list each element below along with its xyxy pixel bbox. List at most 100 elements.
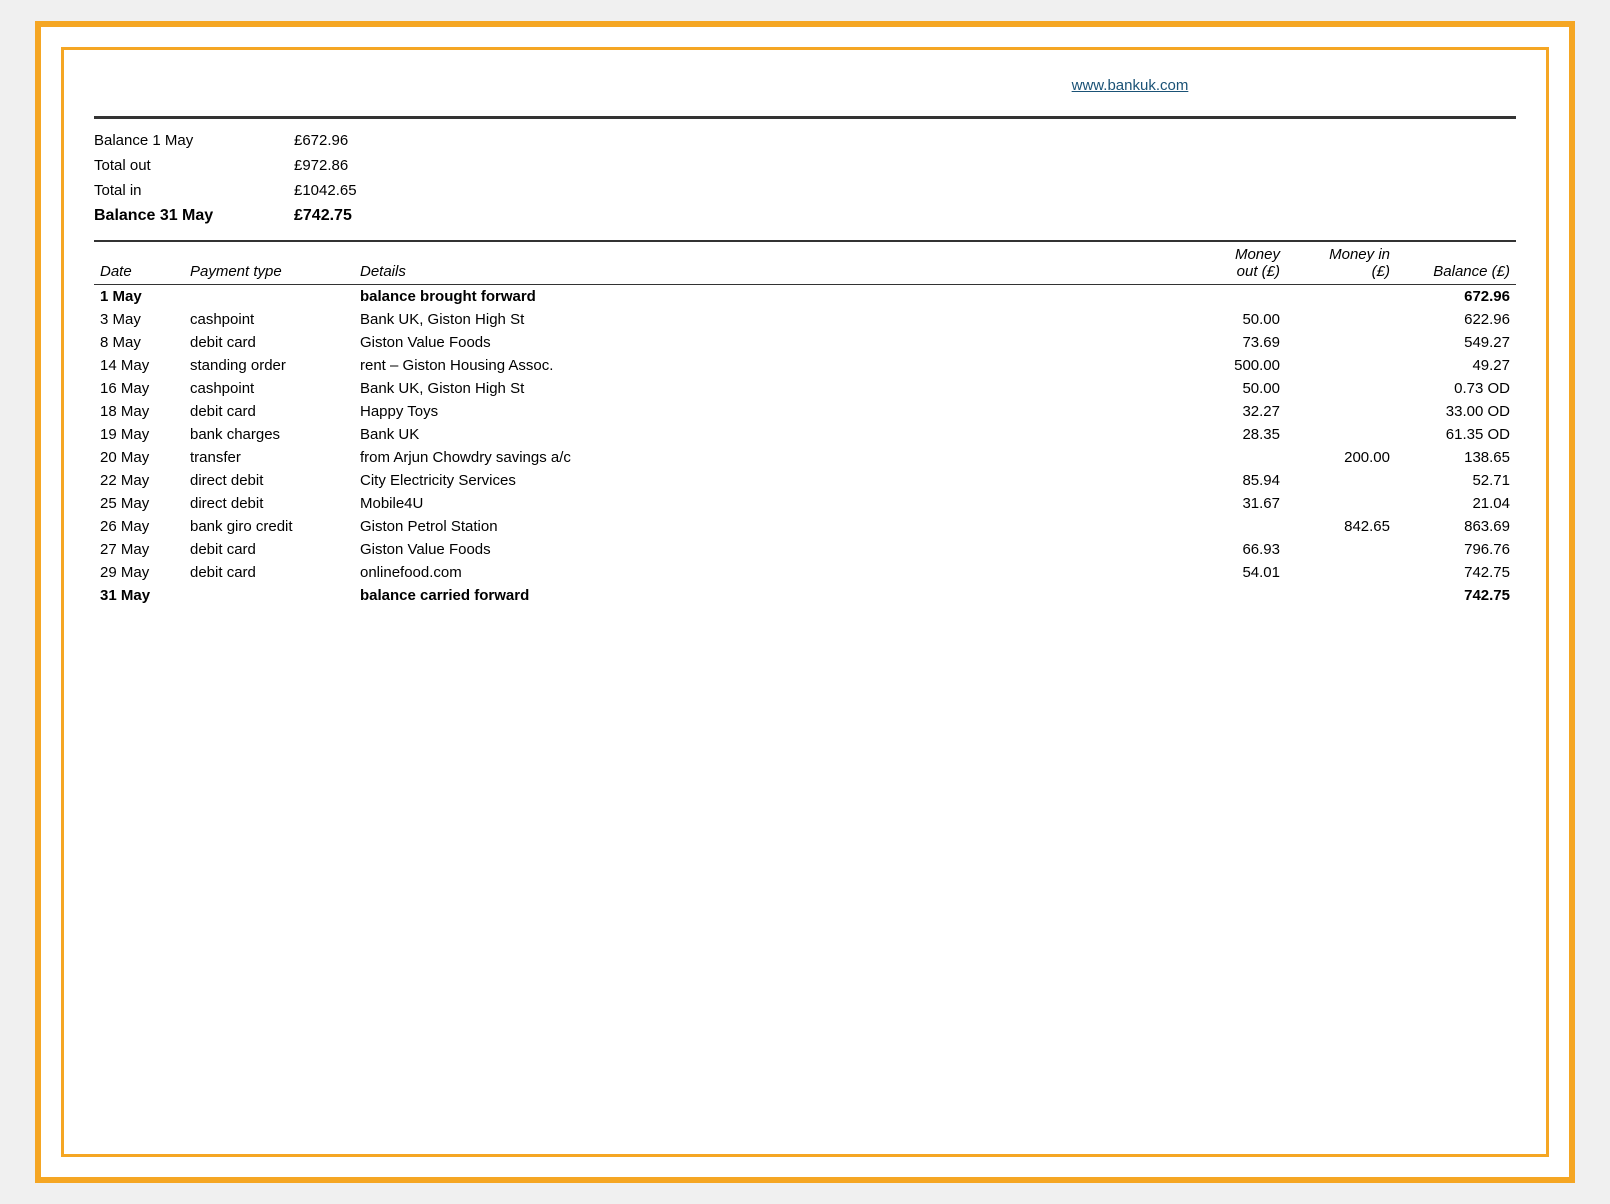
cell-moneyout-9: 31.67 (1176, 492, 1286, 515)
cell-payment-5: debit card (184, 400, 354, 423)
cell-date-2: 8 May (94, 331, 184, 354)
cell-moneyin-2 (1286, 331, 1396, 354)
cell-date-1: 3 May (94, 308, 184, 331)
cell-date-5: 18 May (94, 400, 184, 423)
col-header-moneyout: Moneyout (£) (1176, 241, 1286, 284)
summary-row-3: Balance 31 May £742.75 (94, 203, 1516, 229)
summary-label-0: Balance 1 May (94, 129, 294, 154)
summary-label-2: Total in (94, 179, 294, 204)
outer-border: www.bankuk.com Balance 1 May £672.96 Tot… (35, 21, 1575, 1183)
cell-date-11: 27 May (94, 538, 184, 561)
cell-details-0: balance brought forward (354, 285, 1176, 308)
cell-date-7: 20 May (94, 446, 184, 469)
cell-date-9: 25 May (94, 492, 184, 515)
cell-balance-8: 52.71 (1396, 469, 1516, 492)
customer-address (94, 74, 538, 98)
cell-moneyout-3: 500.00 (1176, 354, 1286, 377)
table-row: 26 May bank giro credit Giston Petrol St… (94, 515, 1516, 538)
cell-moneyout-2: 73.69 (1176, 331, 1286, 354)
cell-moneyout-5: 32.27 (1176, 400, 1286, 423)
cell-details-1: Bank UK, Giston High St (354, 308, 1176, 331)
cell-details-12: onlinefood.com (354, 561, 1176, 584)
col-header-date: Date (94, 241, 184, 284)
cell-moneyin-3 (1286, 354, 1396, 377)
table-row: 25 May direct debit Mobile4U 31.67 21.04 (94, 492, 1516, 515)
cell-balance-6: 61.35 OD (1396, 423, 1516, 446)
col-header-balance: Balance (£) (1396, 241, 1516, 284)
cell-moneyout-13 (1176, 584, 1286, 607)
cell-details-7: from Arjun Chowdry savings a/c (354, 446, 1176, 469)
cell-balance-11: 796.76 (1396, 538, 1516, 561)
bank-address: www.bankuk.com (1072, 74, 1516, 98)
cell-date-10: 26 May (94, 515, 184, 538)
cell-payment-4: cashpoint (184, 377, 354, 400)
cell-moneyout-10 (1176, 515, 1286, 538)
cell-moneyin-12 (1286, 561, 1396, 584)
cell-balance-4: 0.73 OD (1396, 377, 1516, 400)
cell-moneyin-10: 842.65 (1286, 515, 1396, 538)
cell-details-10: Giston Petrol Station (354, 515, 1176, 538)
cell-balance-2: 549.27 (1396, 331, 1516, 354)
cell-details-5: Happy Toys (354, 400, 1176, 423)
account-summary: Balance 1 May £672.96 Total out £972.86 … (94, 129, 1516, 230)
cell-moneyin-5 (1286, 400, 1396, 423)
cell-payment-12: debit card (184, 561, 354, 584)
cell-balance-9: 21.04 (1396, 492, 1516, 515)
statement-info (538, 74, 1071, 98)
cell-moneyout-8: 85.94 (1176, 469, 1286, 492)
cell-details-11: Giston Value Foods (354, 538, 1176, 561)
summary-row-2: Total in £1042.65 (94, 179, 1516, 204)
cell-balance-7: 138.65 (1396, 446, 1516, 469)
table-row: 19 May bank charges Bank UK 28.35 61.35 … (94, 423, 1516, 446)
cell-details-9: Mobile4U (354, 492, 1176, 515)
cell-payment-1: cashpoint (184, 308, 354, 331)
col-header-details: Details (354, 241, 1176, 284)
summary-label-3: Balance 31 May (94, 203, 294, 229)
table-row: 8 May debit card Giston Value Foods 73.6… (94, 331, 1516, 354)
table-row: 20 May transfer from Arjun Chowdry savin… (94, 446, 1516, 469)
cell-payment-8: direct debit (184, 469, 354, 492)
cell-moneyin-11 (1286, 538, 1396, 561)
cell-date-0: 1 May (94, 285, 184, 308)
col-header-payment: Payment type (184, 241, 354, 284)
col-header-moneyin: Money in(£) (1286, 241, 1396, 284)
bank-website-link[interactable]: www.bankuk.com (1072, 77, 1189, 94)
cell-balance-0: 672.96 (1396, 285, 1516, 308)
summary-value-3: £742.75 (294, 203, 352, 229)
cell-balance-13: 742.75 (1396, 584, 1516, 607)
summary-row-0: Balance 1 May £672.96 (94, 129, 1516, 154)
cell-payment-10: bank giro credit (184, 515, 354, 538)
cell-payment-3: standing order (184, 354, 354, 377)
cell-payment-11: debit card (184, 538, 354, 561)
cell-moneyout-6: 28.35 (1176, 423, 1286, 446)
cell-payment-0 (184, 285, 354, 308)
table-row: 16 May cashpoint Bank UK, Giston High St… (94, 377, 1516, 400)
cell-payment-7: transfer (184, 446, 354, 469)
cell-balance-1: 622.96 (1396, 308, 1516, 331)
cell-details-3: rent – Giston Housing Assoc. (354, 354, 1176, 377)
cell-balance-12: 742.75 (1396, 561, 1516, 584)
cell-details-6: Bank UK (354, 423, 1176, 446)
table-row: 18 May debit card Happy Toys 32.27 33.00… (94, 400, 1516, 423)
summary-value-2: £1042.65 (294, 179, 357, 204)
cell-moneyout-4: 50.00 (1176, 377, 1286, 400)
cell-moneyout-12: 54.01 (1176, 561, 1286, 584)
cell-moneyin-0 (1286, 285, 1396, 308)
cell-details-8: City Electricity Services (354, 469, 1176, 492)
cell-moneyin-1 (1286, 308, 1396, 331)
cell-date-4: 16 May (94, 377, 184, 400)
table-row: 27 May debit card Giston Value Foods 66.… (94, 538, 1516, 561)
cell-moneyin-13 (1286, 584, 1396, 607)
cell-moneyout-7 (1176, 446, 1286, 469)
header-section: www.bankuk.com (94, 74, 1516, 98)
cell-moneyin-4 (1286, 377, 1396, 400)
summary-row-1: Total out £972.86 (94, 154, 1516, 179)
cell-moneyin-8 (1286, 469, 1396, 492)
cell-balance-10: 863.69 (1396, 515, 1516, 538)
table-row: 14 May standing order rent – Giston Hous… (94, 354, 1516, 377)
cell-date-13: 31 May (94, 584, 184, 607)
cell-moneyout-11: 66.93 (1176, 538, 1286, 561)
cell-moneyout-0 (1176, 285, 1286, 308)
cell-details-4: Bank UK, Giston High St (354, 377, 1176, 400)
summary-value-1: £972.86 (294, 154, 348, 179)
